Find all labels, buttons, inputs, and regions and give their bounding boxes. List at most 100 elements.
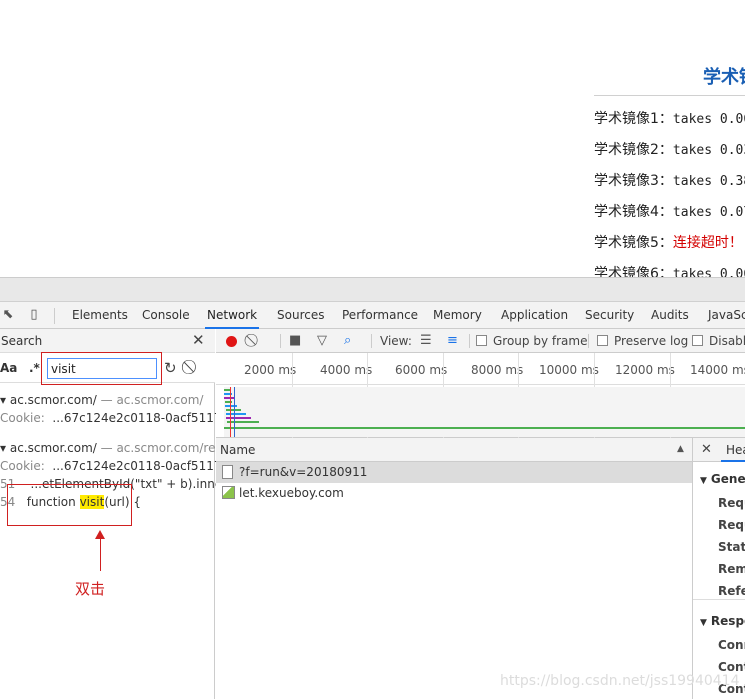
mirror-label: 学术镜像3： (594, 173, 673, 189)
tab-network[interactable]: Network (205, 302, 260, 329)
web-page: 学术镜 学术镜像1：takes 0.06s 学术镜像2：takes 0.03s … (0, 0, 745, 277)
mirror-row[interactable]: 学术镜像2：takes 0.03s (594, 139, 745, 159)
toolbar-separator (371, 334, 372, 348)
collapse-arrow-icon: ▼ (700, 618, 707, 628)
mirror-result: takes 0.06s (672, 112, 745, 127)
tab-sources[interactable]: Sources (275, 302, 326, 329)
waterfall-view-icon[interactable]: ≡ (447, 333, 458, 349)
tab-elements[interactable]: Elements (70, 302, 130, 329)
tab-console[interactable]: Console (140, 302, 192, 329)
preserve-log-checkbox[interactable] (597, 335, 608, 346)
annotation-arrow (100, 537, 101, 571)
regex-button[interactable]: .* (29, 361, 40, 375)
mirror-row[interactable]: 学术镜像4：takes 0.07s (594, 201, 745, 221)
search-result-file[interactable]: ▾ ac.scmor.com/ — ac.scmor.com/res/?... (0, 441, 244, 455)
tab-security[interactable]: Security (583, 302, 636, 329)
timeline-bar (226, 413, 246, 415)
devtools-resize-strip[interactable] (0, 278, 745, 302)
list-view-icon[interactable]: ☰ (420, 333, 432, 349)
mirror-result-timeout: 连接超时！ (672, 235, 743, 251)
timeline-tick: 4000 ms (320, 363, 373, 377)
inspect-element-icon[interactable]: ⬉ (0, 307, 16, 323)
filter-icon[interactable]: ▽ (317, 333, 327, 349)
camera-icon[interactable]: ■ (289, 333, 301, 349)
timeline-dom-marker (234, 387, 235, 437)
mirror-label: 学术镜像2： (594, 142, 673, 158)
toolbar-separator (588, 334, 589, 348)
timeline-bar (224, 427, 745, 429)
preserve-log-label: Preserve log (614, 334, 689, 348)
details-tab-bar: ✕ Headers (693, 438, 745, 462)
timeline-tick: 2000 ms (244, 363, 297, 377)
request-name: ?f=run&v=20180911 (239, 465, 368, 479)
tab-separator (54, 308, 55, 324)
request-name: let.kexueboy.com (239, 486, 344, 500)
toolbar-separator (469, 334, 470, 348)
page-title: 学术镜 (703, 67, 745, 88)
mirror-label: 学术镜像4： (594, 204, 673, 220)
timeline-bar (227, 421, 259, 423)
close-icon[interactable]: ✕ (701, 442, 712, 457)
mirror-row[interactable]: 学术镜像3：takes 0.38s (594, 170, 745, 190)
devtools-panel: ⬉ ▯ Elements Console Network Sources Per… (0, 277, 745, 699)
active-tab-indicator (721, 460, 745, 462)
section-divider (693, 599, 745, 600)
header-key: Status Code (718, 540, 745, 554)
document-icon (222, 465, 233, 479)
section-response-headers[interactable]: ▼Response Headers (700, 614, 745, 628)
tab-application[interactable]: Application (499, 302, 570, 329)
timeline-tick: 6000 ms (395, 363, 448, 377)
network-pane: ⃠ ■ ▽ ⌕ View: ☰ ≡ Group by frame Preserv… (216, 329, 745, 699)
mirror-row[interactable]: 学术镜像1：takes 0.06s (594, 108, 745, 128)
mirror-result: takes 0.07s (672, 205, 745, 220)
mirror-result: takes 0.03s (672, 143, 745, 158)
view-label: View: (380, 334, 412, 348)
record-icon[interactable] (226, 336, 237, 347)
timeline-ruler: 2000 ms 4000 ms 6000 ms 8000 ms 10000 ms… (216, 353, 745, 385)
timeline-tick: 14000 ms (690, 363, 745, 377)
request-row[interactable]: let.kexueboy.com (216, 483, 692, 504)
section-general[interactable]: ▼General (700, 472, 745, 486)
mirror-row[interactable]: 学术镜像6：takes 0.06s (594, 263, 745, 277)
toolbar-separator (280, 334, 281, 348)
timeline-waterfall (224, 387, 745, 437)
timeline-tick: 10000 ms (539, 363, 599, 377)
header-key: Request Method (718, 518, 745, 532)
mirror-label: 学术镜像5： (594, 235, 673, 251)
network-overview-timeline[interactable]: 2000 ms 4000 ms 6000 ms 8000 ms 10000 ms… (216, 353, 745, 438)
tab-javascript[interactable]: JavaScript (706, 302, 745, 329)
search-result-match[interactable]: Cookie: ...67c124e2c0118-0acf5117ee... (0, 459, 248, 473)
timeline-tick: 8000 ms (471, 363, 524, 377)
search-pane: Search ✕ Aa .* ↻ ⃠ ▾ ac.scmor.com/ — ac.… (0, 329, 254, 699)
tab-headers[interactable]: Headers (726, 443, 745, 457)
match-case-button[interactable]: Aa (0, 361, 17, 375)
device-toolbar-icon[interactable]: ▯ (26, 307, 42, 323)
mirror-result: takes 0.06s (672, 267, 745, 277)
requests-table-header: Name ▲ (216, 438, 692, 462)
timeline-tick: 12000 ms (615, 363, 675, 377)
expand-arrow-icon[interactable]: ▾ (0, 393, 10, 407)
watermark: https://blog.csdn.net/jss19940414 (500, 673, 740, 689)
mirror-row[interactable]: 学术镜像5：连接超时！ (594, 232, 743, 252)
search-result-file[interactable]: ▾ ac.scmor.com/ — ac.scmor.com/ (0, 393, 203, 407)
expand-arrow-icon[interactable]: ▾ (0, 441, 10, 455)
group-by-frame-checkbox[interactable] (476, 335, 487, 346)
sort-up-icon[interactable]: ▲ (677, 444, 684, 454)
header-key: Request URL (718, 496, 745, 510)
timeline-bar (225, 405, 237, 407)
column-header-name[interactable]: Name (220, 443, 255, 457)
tab-audits[interactable]: Audits (649, 302, 691, 329)
mirror-label: 学术镜像6： (594, 266, 673, 277)
search-icon[interactable]: ⌕ (344, 333, 351, 349)
disable-cache-checkbox[interactable] (692, 335, 703, 346)
refresh-icon[interactable]: ↻ (164, 359, 177, 377)
search-pane-title: Search (1, 334, 43, 348)
close-icon[interactable]: ✕ (192, 331, 205, 349)
timeline-bar (224, 397, 234, 399)
request-row[interactable]: ?f=run&v=20180911 (216, 462, 692, 483)
tab-performance[interactable]: Performance (340, 302, 420, 329)
tab-memory[interactable]: Memory (431, 302, 484, 329)
search-result-match[interactable]: Cookie: ...67c124e2c0118-0acf5117ee... (0, 411, 248, 425)
annotation-box-input (41, 352, 162, 385)
image-icon (222, 486, 235, 499)
